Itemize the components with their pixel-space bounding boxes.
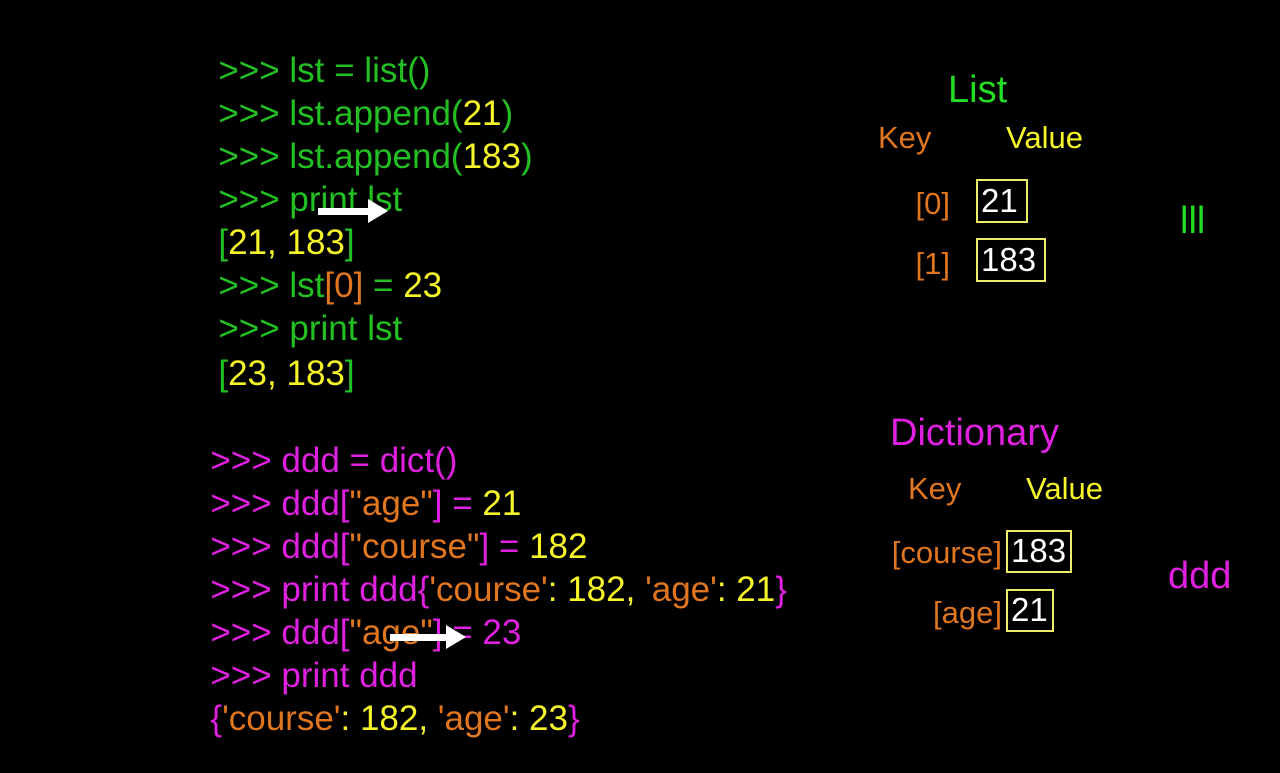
number-literal: 182 [359, 699, 419, 738]
number-literal: 183 [462, 137, 521, 176]
colon-separator: : [716, 570, 737, 609]
list-value-column-header: Value [1006, 120, 1083, 155]
dict-key-literal: 'age' [645, 570, 717, 609]
list-variable-label: lll [1180, 200, 1206, 242]
dict-row-1-key: [age] [933, 595, 1002, 630]
bracket-close: ] [344, 354, 355, 393]
dict-console-output-line: {'course': 182, 'age': 23} [152, 666, 580, 771]
bracket-close: ] [432, 613, 443, 652]
dict-row-0-key: [course] [891, 535, 1002, 570]
dict-key-literal: 'age' [437, 699, 510, 738]
list-row-1-key: [1] [915, 246, 950, 281]
slide-canvas: >>> lst = list() >>> lst.append(21) >>> … [0, 0, 1280, 736]
dict-panel-title: Dictionary [890, 412, 1059, 454]
list-element-1: 183 [286, 354, 345, 393]
list-separator: , [267, 354, 287, 393]
dict-key-literal: 'course' [222, 699, 341, 738]
colon-separator: : [509, 699, 530, 738]
brace-close: } [567, 699, 580, 738]
list-key-column-header: Key [878, 120, 932, 155]
brace-close: } [775, 570, 787, 609]
brace-open: { [210, 699, 223, 738]
dict-row-1-value: 21 [1011, 591, 1048, 628]
number-literal: 182 [567, 570, 626, 609]
number-literal: 21 [736, 570, 776, 609]
bracket-open: [ [218, 354, 229, 393]
list-row-0-value: 21 [981, 181, 1018, 219]
dict-row-0-value: 183 [1011, 532, 1067, 569]
dict-variable-label: ddd [1168, 555, 1232, 597]
number-literal: 23 [403, 266, 443, 305]
list-row-1-value: 183 [981, 240, 1037, 278]
item-separator: , [625, 570, 646, 609]
list-panel-title: List [948, 69, 1008, 111]
number-literal: 23 [529, 699, 568, 738]
item-separator: , [418, 699, 438, 738]
dict-key-column-header: Key [908, 471, 962, 506]
dict-value-column-header: Value [1026, 471, 1103, 506]
list-row-0-value-box: 21 [976, 179, 1028, 223]
dict-row-1-value-box: 21 [1006, 589, 1054, 632]
list-row-0-key: [0] [915, 186, 950, 221]
colon-separator: : [547, 570, 568, 609]
list-element-0: 23 [228, 354, 268, 393]
number-literal: 23 [482, 613, 522, 652]
paren-close: ) [520, 137, 533, 176]
colon-separator: : [340, 699, 360, 738]
list-row-1-value-box: 183 [976, 238, 1046, 282]
dict-row-0-value-box: 183 [1006, 530, 1072, 573]
